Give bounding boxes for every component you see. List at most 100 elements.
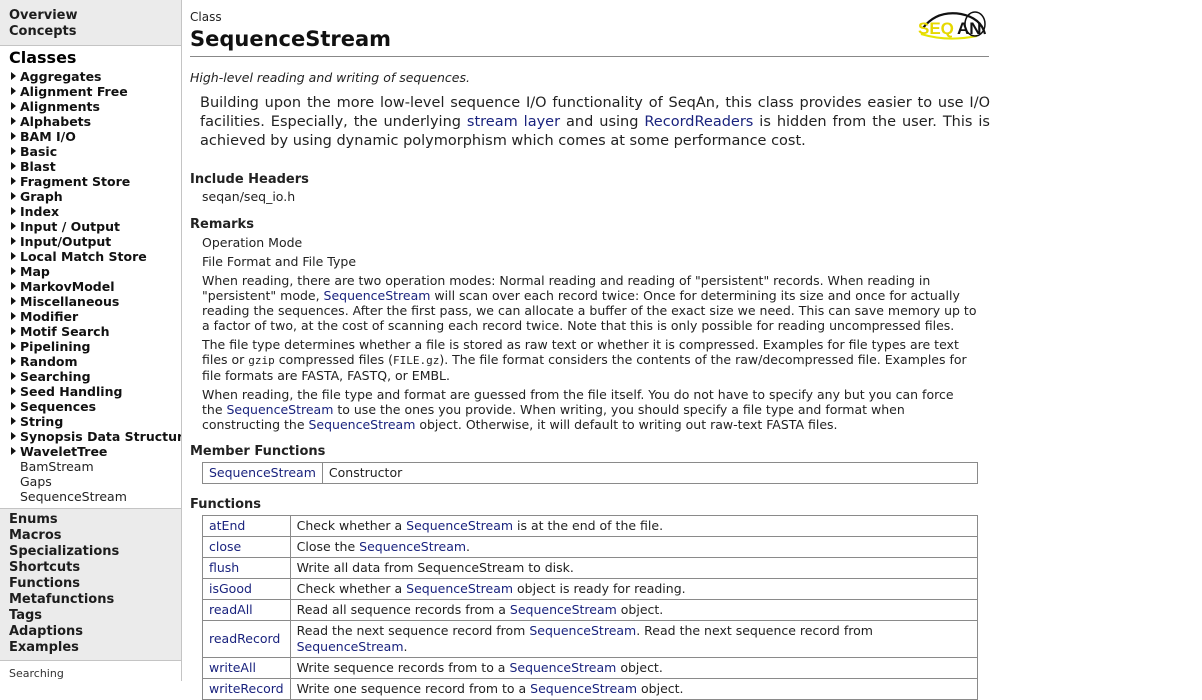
sequence-stream-link[interactable]: SequenceStream — [359, 539, 466, 554]
function-link[interactable]: isGood — [209, 581, 252, 596]
expand-triangle-icon[interactable] — [11, 132, 16, 140]
expand-triangle-icon[interactable] — [11, 117, 16, 125]
sidebar-class-group[interactable]: Miscellaneous — [11, 294, 181, 309]
sidebar-link[interactable]: Shortcuts — [9, 560, 181, 576]
sidebar-class-item[interactable]: Gaps — [11, 474, 181, 489]
sidebar-class-group[interactable]: Local Match Store — [11, 249, 181, 264]
sidebar-class-group-label: Pipelining — [20, 339, 91, 354]
expand-triangle-icon[interactable] — [11, 342, 16, 350]
function-name-cell: close — [202, 536, 291, 558]
expand-triangle-icon[interactable] — [11, 192, 16, 200]
sidebar-class-group[interactable]: WaveletTree — [11, 444, 181, 459]
expand-triangle-icon[interactable] — [11, 207, 16, 215]
sidebar-class-group[interactable]: Synopsis Data Structure — [11, 429, 181, 444]
sidebar-classes-heading[interactable]: Classes — [0, 46, 181, 69]
sidebar-link[interactable]: Tags — [9, 608, 181, 624]
expand-triangle-icon[interactable] — [11, 372, 16, 380]
expand-triangle-icon[interactable] — [11, 102, 16, 110]
expand-triangle-icon[interactable] — [11, 237, 16, 245]
expand-triangle-icon[interactable] — [11, 357, 16, 365]
sidebar-class-group[interactable]: Alignments — [11, 99, 181, 114]
function-desc: Check whether a SequenceStream object is… — [289, 578, 979, 600]
sidebar-link[interactable]: Specializations — [9, 544, 181, 560]
sidebar-link[interactable]: Examples — [9, 640, 181, 656]
sidebar-class-group[interactable]: Searching — [11, 369, 181, 384]
sidebar-link[interactable]: Macros — [9, 528, 181, 544]
sidebar-link[interactable]: Metafunctions — [9, 592, 181, 608]
sidebar-class-group[interactable]: Aggregates — [11, 69, 181, 84]
sidebar-link-overview[interactable]: Overview — [9, 8, 181, 24]
expand-triangle-icon[interactable] — [11, 402, 16, 410]
function-link[interactable]: readRecord — [209, 631, 280, 646]
page-title: SequenceStream — [190, 27, 392, 51]
sidebar-class-group[interactable]: MarkovModel — [11, 279, 181, 294]
sequence-stream-link[interactable]: SequenceStream — [227, 402, 334, 417]
sidebar-class-group[interactable]: Fragment Store — [11, 174, 181, 189]
sidebar-class-group[interactable]: Basic — [11, 144, 181, 159]
expand-triangle-icon[interactable] — [11, 327, 16, 335]
sidebar-class-group[interactable]: Modifier — [11, 309, 181, 324]
sidebar-class-group-label: Miscellaneous — [20, 294, 120, 309]
sequence-stream-link[interactable]: SequenceStream — [529, 623, 636, 638]
expand-triangle-icon[interactable] — [11, 252, 16, 260]
sequence-stream-link[interactable]: SequenceStream — [308, 417, 415, 432]
sidebar-class-group[interactable]: Pipelining — [11, 339, 181, 354]
sidebar-class-group[interactable]: Input / Output — [11, 219, 181, 234]
expand-triangle-icon[interactable] — [11, 432, 16, 440]
function-link[interactable]: readAll — [209, 602, 253, 617]
stream-layer-link[interactable]: stream layer — [467, 114, 560, 130]
sidebar-class-group[interactable]: Alignment Free — [11, 84, 181, 99]
expand-triangle-icon[interactable] — [11, 177, 16, 185]
sequence-stream-link[interactable]: SequenceStream — [510, 602, 617, 617]
expand-triangle-icon[interactable] — [11, 147, 16, 155]
sidebar-class-group[interactable]: Blast — [11, 159, 181, 174]
sequence-stream-link[interactable]: SequenceStream — [324, 288, 431, 303]
sidebar-class-group-label: String — [20, 414, 64, 429]
function-desc: Check whether a SequenceStream is at the… — [289, 515, 979, 537]
sidebar-class-group[interactable]: Alphabets — [11, 114, 181, 129]
sidebar-class-group[interactable]: Graph — [11, 189, 181, 204]
record-readers-link[interactable]: RecordReaders — [644, 114, 753, 130]
expand-triangle-icon[interactable] — [11, 87, 16, 95]
expand-triangle-icon[interactable] — [11, 297, 16, 305]
sidebar-class-group[interactable]: String — [11, 414, 181, 429]
sequence-stream-link[interactable]: SequenceStream — [406, 581, 513, 596]
sidebar-class-group[interactable]: BAM I/O — [11, 129, 181, 144]
sidebar-class-group[interactable]: Index — [11, 204, 181, 219]
expand-triangle-icon[interactable] — [11, 417, 16, 425]
sidebar-class-group[interactable]: Map — [11, 264, 181, 279]
sidebar-link[interactable]: Functions — [9, 576, 181, 592]
sidebar-class-item[interactable]: BamStream — [11, 459, 181, 474]
function-link[interactable]: close — [209, 539, 241, 554]
sidebar-class-group[interactable]: Input/Output — [11, 234, 181, 249]
sequence-stream-link[interactable]: SequenceStream — [297, 639, 404, 654]
expand-triangle-icon[interactable] — [11, 447, 16, 455]
sidebar-class-group[interactable]: Motif Search — [11, 324, 181, 339]
seqan-logo[interactable]: SEQ AN — [917, 8, 989, 42]
expand-triangle-icon[interactable] — [11, 387, 16, 395]
expand-triangle-icon[interactable] — [11, 267, 16, 275]
expand-triangle-icon[interactable] — [11, 162, 16, 170]
function-link[interactable]: writeAll — [209, 660, 256, 675]
sidebar-class-group[interactable]: Seed Handling — [11, 384, 181, 399]
table-row: SequenceStream Constructor — [202, 462, 979, 484]
function-link[interactable]: writeRecord — [209, 681, 284, 696]
sequence-stream-link[interactable]: SequenceStream — [509, 660, 616, 675]
expand-triangle-icon[interactable] — [11, 222, 16, 230]
sidebar-class-item[interactable]: SequenceStream — [11, 489, 181, 504]
sidebar-link[interactable]: Adaptions — [9, 624, 181, 640]
expand-triangle-icon[interactable] — [11, 282, 16, 290]
sidebar-class-group[interactable]: Sequences — [11, 399, 181, 414]
member-function-link[interactable]: SequenceStream — [209, 465, 316, 480]
expand-triangle-icon[interactable] — [11, 72, 16, 80]
expand-triangle-icon[interactable] — [11, 312, 16, 320]
sidebar-link[interactable]: Enums — [9, 512, 181, 528]
function-link[interactable]: atEnd — [209, 518, 245, 533]
sidebar-class-group-label: MarkovModel — [20, 279, 115, 294]
sidebar-link-concepts[interactable]: Concepts — [9, 24, 181, 40]
function-link[interactable]: flush — [209, 560, 239, 575]
sidebar-class-group[interactable]: Random — [11, 354, 181, 369]
function-desc-text: Read all sequence records from a — [296, 602, 510, 617]
sequence-stream-link[interactable]: SequenceStream — [406, 518, 513, 533]
sequence-stream-link[interactable]: SequenceStream — [530, 681, 637, 696]
